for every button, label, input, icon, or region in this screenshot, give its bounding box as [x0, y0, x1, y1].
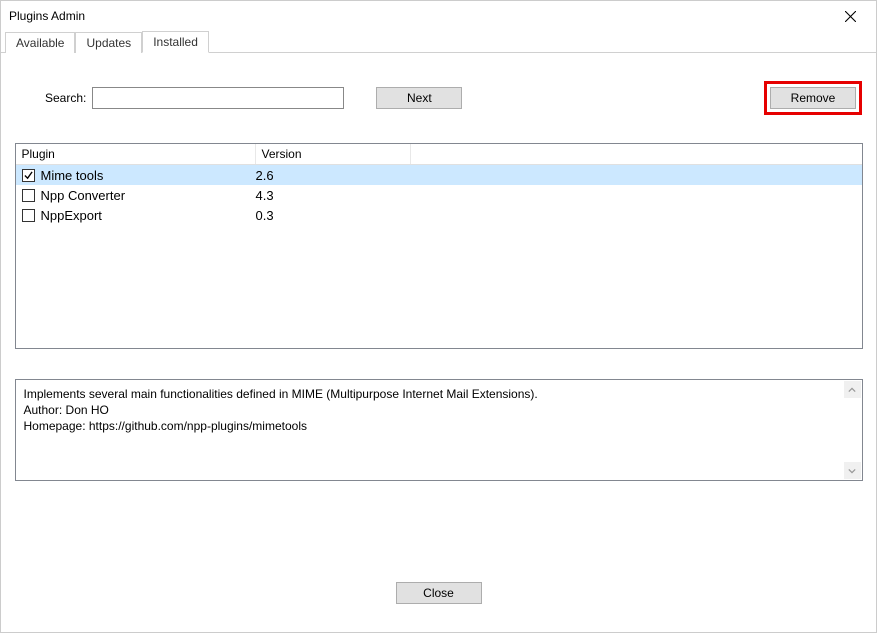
list-item[interactable]: Mime tools 2.6	[16, 165, 862, 185]
search-row: Search: Next Remove	[11, 81, 866, 115]
scroll-up-icon[interactable]	[844, 381, 861, 398]
checkbox[interactable]	[22, 169, 35, 182]
tab-content: Search: Next Remove Plugin Version Mime …	[1, 53, 876, 491]
tab-available[interactable]: Available	[5, 32, 75, 53]
tab-updates[interactable]: Updates	[75, 32, 142, 53]
list-header: Plugin Version	[16, 144, 862, 165]
description-homepage: Homepage: https://github.com/npp-plugins…	[24, 418, 840, 434]
description-line: Implements several main functionalities …	[24, 386, 840, 402]
column-plugin[interactable]: Plugin	[16, 144, 256, 164]
description-author: Author: Don HO	[24, 402, 840, 418]
titlebar: Plugins Admin	[1, 1, 876, 31]
footer: Close	[1, 582, 876, 604]
plugin-name: Npp Converter	[41, 188, 256, 203]
next-button[interactable]: Next	[376, 87, 462, 109]
remove-button[interactable]: Remove	[770, 87, 856, 109]
close-icon[interactable]	[830, 2, 870, 30]
checkbox[interactable]	[22, 209, 35, 222]
list-item[interactable]: Npp Converter 4.3	[16, 185, 862, 205]
column-version[interactable]: Version	[256, 144, 411, 164]
plugin-list: Plugin Version Mime tools 2.6 Npp Conver…	[15, 143, 863, 349]
tabs: Available Updates Installed	[1, 31, 876, 53]
window-title: Plugins Admin	[9, 9, 85, 23]
search-input[interactable]	[92, 87, 344, 109]
tab-installed[interactable]: Installed	[142, 31, 209, 53]
plugin-name: NppExport	[41, 208, 256, 223]
close-button[interactable]: Close	[396, 582, 482, 604]
search-label: Search:	[45, 91, 86, 105]
plugin-version: 2.6	[256, 168, 274, 183]
list-item[interactable]: NppExport 0.3	[16, 205, 862, 225]
scroll-down-icon[interactable]	[844, 462, 861, 479]
remove-highlight: Remove	[764, 81, 862, 115]
checkbox[interactable]	[22, 189, 35, 202]
description-box: Implements several main functionalities …	[15, 379, 863, 481]
list-body: Mime tools 2.6 Npp Converter 4.3 NppExpo…	[16, 165, 862, 225]
plugin-version: 4.3	[256, 188, 274, 203]
plugin-name: Mime tools	[41, 168, 256, 183]
plugin-version: 0.3	[256, 208, 274, 223]
